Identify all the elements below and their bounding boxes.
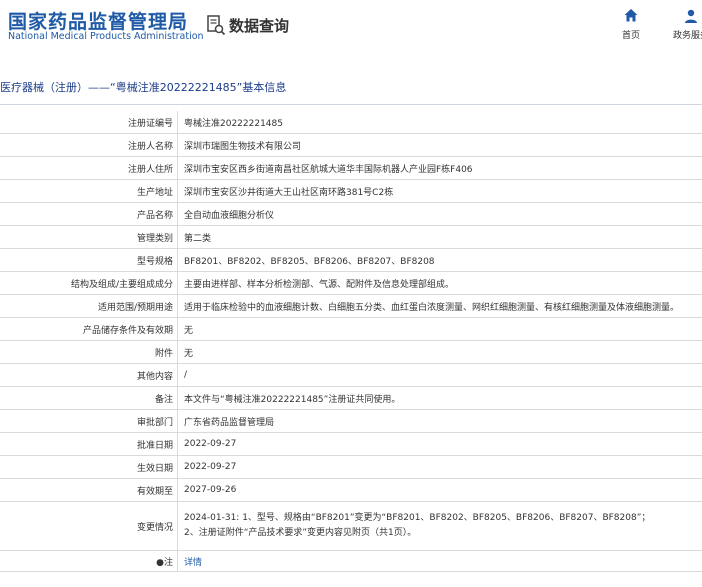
field-value: 粤械注准20222221485 xyxy=(177,111,702,134)
field-value: 第二类 xyxy=(177,225,702,249)
nav-home-label: 首页 xyxy=(621,31,640,41)
registration-info-table: 注册证编号 粤械注准20222221485 注册人名称 深圳市瑞图生物技术有限公司 … xyxy=(0,111,702,572)
field-label: 生产地址 xyxy=(0,179,178,203)
section-title-text: 数据查询 xyxy=(229,16,290,35)
table-row: 注册证编号 粤械注准20222221485 xyxy=(0,111,702,134)
field-value: 2027-09-26 xyxy=(177,478,702,502)
nav-gov-service-label: 政务服务 xyxy=(672,31,702,41)
field-value: 详情 xyxy=(177,550,702,572)
table-row: 型号规格 BF8201、BF8202、BF8205、BF8206、BF8207、B… xyxy=(0,248,702,272)
field-label: 注册证编号 xyxy=(0,111,178,134)
field-value: / xyxy=(177,363,702,387)
field-value: 全自动血液细胞分析仪 xyxy=(177,202,702,226)
table-row: 生产地址 深圳市宝安区沙井街道大王山社区南环路381号C2栋 xyxy=(0,179,702,203)
field-value: 无 xyxy=(177,317,702,341)
table-row: 其他内容 / xyxy=(0,363,702,387)
field-value: 深圳市宝安区沙井街道大王山社区南环路381号C2栋 xyxy=(177,179,702,203)
field-value: 本文件与“粤械注准20222221485”注册证共同使用。 xyxy=(177,386,702,410)
user-icon xyxy=(685,9,697,23)
nav-home[interactable]: 首页 xyxy=(609,8,653,41)
field-value: BF8201、BF8202、BF8205、BF8206、BF8207、BF820… xyxy=(177,248,702,272)
field-label: 生效日期 xyxy=(0,455,178,479)
field-label: 有效期至 xyxy=(0,478,178,502)
site-header: 国家药品监督管理局 National Medical Products Admi… xyxy=(0,0,702,52)
field-label: 附件 xyxy=(0,340,178,364)
field-label: 批准日期 xyxy=(0,432,178,456)
table-row: 批准日期 2022-09-27 xyxy=(0,432,702,456)
field-value: 主要由进样部、样本分析检测部、气源、配附件及信息处理部组成。 xyxy=(177,271,702,295)
field-label: 型号规格 xyxy=(0,248,178,272)
nav-gov-service[interactable]: 政务服务 xyxy=(666,8,702,41)
table-row: 备注 本文件与“粤械注准20222221485”注册证共同使用。 xyxy=(0,386,702,410)
field-label: 其他内容 xyxy=(0,363,178,387)
site-logo-cn[interactable]: 国家药品监督管理局 xyxy=(8,7,188,34)
field-label: 管理类别 xyxy=(0,225,178,249)
data-query-icon xyxy=(207,15,226,36)
field-label: 产品名称 xyxy=(0,202,178,226)
field-label: 审批部门 xyxy=(0,409,178,433)
field-value: 2022-09-27 xyxy=(177,455,702,479)
field-label: 变更情况 xyxy=(0,501,178,551)
field-label: 备注 xyxy=(0,386,178,410)
table-row: 管理类别 第二类 xyxy=(0,225,702,249)
field-label: ●注 xyxy=(0,550,178,572)
site-logo-en[interactable]: National Medical Products Administration xyxy=(8,31,204,42)
table-row: 适用范围/预期用途 适用于临床检验中的血液细胞计数、白细胞五分类、血红蛋白浓度测量… xyxy=(0,294,702,318)
field-label: 产品储存条件及有效期 xyxy=(0,317,178,341)
field-value: 深圳市瑞图生物技术有限公司 xyxy=(177,133,702,157)
field-value: 2024-01-31: 1、型号、规格由“BF8201”变更为“BF8201、B… xyxy=(177,501,702,551)
detail-link[interactable]: 详情 xyxy=(184,558,202,568)
field-value: 2022-09-27 xyxy=(177,432,702,456)
change-line: 2、注册证附件“产品技术要求”变更内容见附页（共1页）。 xyxy=(184,528,417,538)
table-row: 产品名称 全自动血液细胞分析仪 xyxy=(0,202,702,226)
table-row: 产品储存条件及有效期无 xyxy=(0,317,702,341)
field-value: 无 xyxy=(177,340,702,364)
field-value: 广东省药品监督管理局 xyxy=(177,409,702,433)
home-icon xyxy=(624,9,638,22)
change-line: 2024-01-31: 1、型号、规格由“BF8201”变更为“BF8201、B… xyxy=(184,513,651,523)
table-row: 审批部门 广东省药品监督管理局 xyxy=(0,409,702,433)
table-row: 有效期至 2027-09-26 xyxy=(0,478,702,502)
table-row: 注册人名称 深圳市瑞图生物技术有限公司 xyxy=(0,133,702,157)
field-label: 注册人住所 xyxy=(0,156,178,180)
table-row: 变更情况 2024-01-31: 1、型号、规格由“BF8201”变更为“BF8… xyxy=(0,501,702,551)
table-row: ●注 详情 xyxy=(0,550,702,572)
field-value: 深圳市宝安区西乡街道南昌社区航城大道华丰国际机器人产业园F栋F406 xyxy=(177,156,702,180)
field-label: 注册人名称 xyxy=(0,133,178,157)
section-title: 数据查询 xyxy=(206,12,289,38)
title-divider xyxy=(0,104,702,105)
field-value: 适用于临床检验中的血液细胞计数、白细胞五分类、血红蛋白浓度测量、网织红细胞测量、… xyxy=(177,294,702,318)
table-row: 注册人住所 深圳市宝安区西乡街道南昌社区航城大道华丰国际机器人产业园F栋F406 xyxy=(0,156,702,180)
table-row: 附件无 xyxy=(0,340,702,364)
page-title: 医疗器械（注册）——“粤械注准20222221485”基本信息 xyxy=(0,81,287,94)
field-label: 结构及组成/主要组成成分 xyxy=(0,271,178,295)
table-row: 生效日期 2022-09-27 xyxy=(0,455,702,479)
table-row: 结构及组成/主要组成成分 主要由进样部、样本分析检测部、气源、配附件及信息处理部组… xyxy=(0,271,702,295)
field-label: 适用范围/预期用途 xyxy=(0,294,178,318)
